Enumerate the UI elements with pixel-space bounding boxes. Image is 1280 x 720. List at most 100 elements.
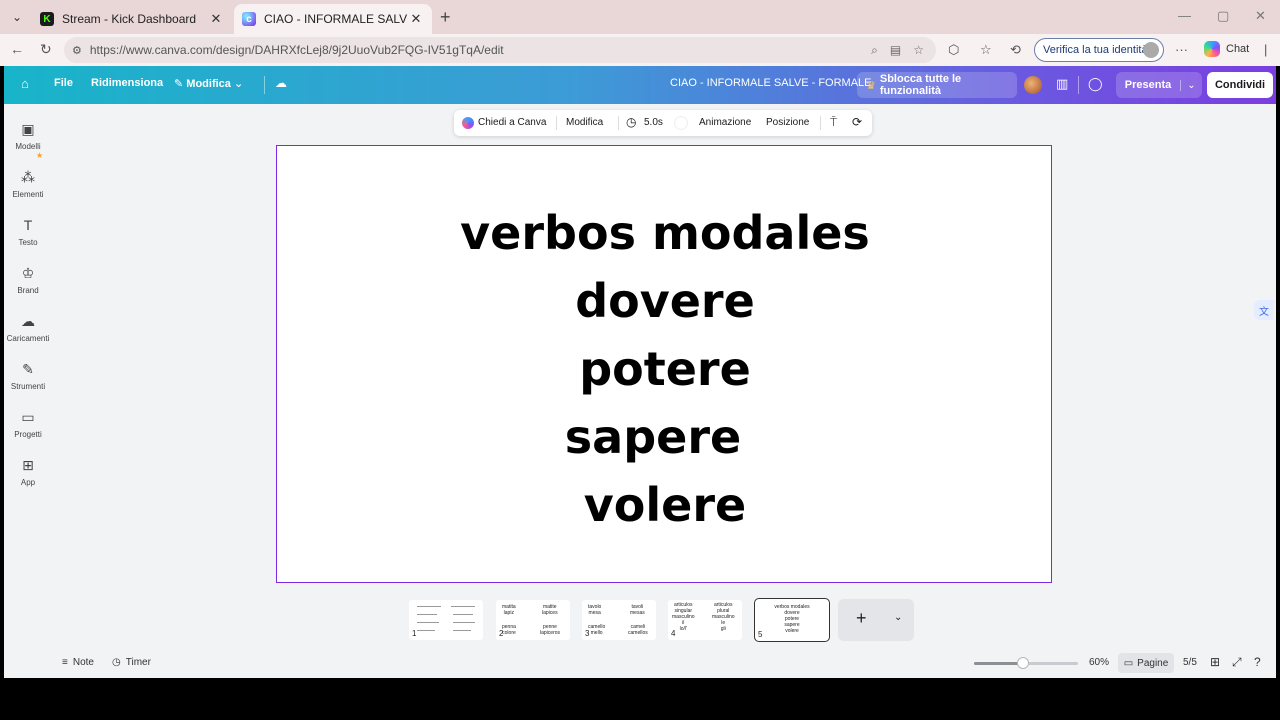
comments-icon[interactable]: ◯ [1088, 76, 1103, 92]
back-icon[interactable]: ← [10, 41, 24, 57]
fullscreen-icon[interactable]: ⤢ [1232, 655, 1242, 670]
minimize-icon[interactable]: — [1178, 8, 1191, 23]
animation-button[interactable]: Animazione [699, 117, 751, 128]
timer-button[interactable]: ◷ Timer [112, 657, 151, 668]
user-avatar[interactable] [1024, 76, 1042, 94]
copilot-icon [1204, 41, 1220, 57]
clock-icon: ◷ [626, 115, 637, 129]
canva-header: ⌂ File Ridimensiona ✎ Modifica ⌄ ☁ CIAO … [4, 66, 1276, 104]
page-number: 2 [499, 629, 504, 638]
plus-icon: + [856, 608, 867, 628]
extensions-icon[interactable]: ⬡ [948, 42, 959, 58]
slide-text-line[interactable]: potere [277, 342, 1053, 396]
zoom-icon[interactable]: ⌕ [871, 43, 878, 58]
sidebar-item-tools[interactable]: ✎ Strumenti [4, 360, 52, 391]
site-info-icon[interactable]: ⚙ [72, 44, 82, 57]
sidebar-item-templates[interactable]: ▣ Modelli [4, 120, 52, 151]
profile-avatar [1143, 42, 1159, 58]
tab-actions-menu-icon[interactable]: ⌄ [6, 7, 28, 27]
thumb-line [453, 622, 475, 623]
divider [264, 76, 265, 94]
zoom-slider-handle[interactable] [1016, 657, 1029, 669]
slide-text-line[interactable]: volere [277, 478, 1053, 532]
close-tab-icon[interactable]: ✕ [408, 11, 424, 27]
new-tab-icon[interactable]: + [440, 7, 451, 28]
browser-tab-kick[interactable]: K Stream - Kick Dashboard ✕ [32, 4, 232, 34]
notes-button[interactable]: ≡ Note [62, 657, 94, 668]
slide-text-line[interactable]: dovere [277, 274, 1053, 328]
page-thumbnail[interactable]: matita lapiz matite lapices penna colore pe… [496, 600, 570, 640]
thumb-line [417, 606, 441, 607]
sidebar-item-label: App [20, 478, 36, 487]
sidebar-item-uploads[interactable]: ☁ Caricamenti [4, 312, 52, 343]
browser-tab-canva[interactable]: c CIAO - INFORMALE SALVE - FORM ✕ [234, 4, 432, 34]
sidebar-item-label: Caricamenti [6, 334, 50, 343]
edit-button[interactable]: Modifica [566, 117, 603, 128]
copilot-chat-button[interactable]: Chat [1204, 41, 1249, 57]
reader-icon[interactable]: ▤ [890, 43, 901, 57]
chevron-down-icon[interactable]: ⌄ [1180, 79, 1202, 91]
chat-label: Chat [1226, 43, 1250, 55]
pages-view-button[interactable]: ▭ Pagine [1118, 653, 1174, 673]
translate-icon[interactable]: 文 [1254, 300, 1274, 320]
thumb-text: cameli camellos [628, 624, 648, 636]
page-thumbnail-selected[interactable]: verbos modales dovere potere sapere volere 5 [754, 598, 830, 642]
more-menu-icon[interactable]: ··· [1175, 42, 1188, 57]
share-button[interactable]: Condividi [1207, 72, 1273, 98]
edit-mode-menu[interactable]: ✎ Modifica ⌄ [174, 77, 243, 90]
favorites-icon[interactable]: ☆ [980, 42, 992, 58]
slide-text-line[interactable]: sapere [265, 410, 1041, 464]
divider [820, 116, 821, 130]
duration-button[interactable]: 5.0s [644, 117, 663, 128]
resize-menu[interactable]: Ridimensiona [91, 77, 163, 89]
favorite-star-icon[interactable]: ☆ [913, 43, 924, 57]
left-sidebar: ▣ Modelli ⁂ Elementi T Testo ♔ Brand ☁ C… [4, 104, 52, 650]
present-button[interactable]: Presenta ⌄ [1116, 72, 1202, 98]
sidebar-item-text[interactable]: T Testo [4, 216, 52, 247]
sidebar-item-projects[interactable]: ▭ Progetti [4, 408, 52, 439]
thumb-text: articulos plural masculino le gli [712, 602, 735, 632]
help-icon[interactable]: ? [1254, 655, 1261, 669]
sidebar-item-label: Modelli [15, 142, 41, 151]
grid-view-icon[interactable]: ⊞ [1210, 655, 1220, 669]
page-thumbnail[interactable]: 1 [409, 600, 483, 640]
cloud-sync-icon[interactable]: ☁ [275, 76, 287, 90]
close-tab-icon[interactable]: ✕ [208, 11, 224, 27]
page-thumbnail[interactable]: tavolo mesa tavoli mesas camello mello came… [582, 600, 656, 640]
thumb-text: camello mello [588, 624, 606, 636]
history-icon[interactable]: ⟲ [1010, 42, 1021, 58]
zoom-level[interactable]: 60% [1089, 657, 1109, 668]
analytics-icon[interactable]: ▥ [1056, 76, 1068, 92]
file-menu[interactable]: File [54, 77, 73, 89]
present-label: Presenta [1124, 79, 1172, 91]
home-icon[interactable]: ⌂ [21, 76, 29, 91]
chevron-down-icon[interactable]: ⌄ [894, 612, 902, 623]
position-button[interactable]: Posizione [766, 117, 809, 128]
color-swatch[interactable] [674, 116, 688, 130]
reload-icon[interactable]: ↻ [40, 41, 52, 58]
tools-icon: ✎ [22, 361, 34, 377]
design-title[interactable]: CIAO - INFORMALE SALVE - FORMALE [670, 77, 872, 89]
thumb-line [417, 614, 437, 615]
sidebar-item-brand[interactable]: ♔ Brand [4, 264, 52, 295]
slide-text-line[interactable]: verbos modales [277, 206, 1053, 260]
verify-identity-button[interactable]: Verifica la tua identità [1034, 38, 1164, 62]
paint-roller-icon[interactable]: ⍑ [830, 115, 837, 130]
tab-title: Stream - Kick Dashboard [62, 12, 197, 26]
sidebar-toggle-icon[interactable]: | [1264, 42, 1267, 57]
slide-canvas[interactable]: verbos modales dovere potere sapere vole… [276, 145, 1052, 583]
zoom-slider[interactable] [974, 657, 1078, 669]
sidebar-item-apps[interactable]: ⊞ App [4, 456, 52, 487]
unlock-features-button[interactable]: ♛ Sblocca tutte le funzionalità [857, 72, 1017, 98]
crown-icon: ♛ [866, 79, 876, 92]
more-options-icon[interactable]: ⟳ [852, 115, 862, 129]
add-page-button[interactable]: + ⌄ [838, 599, 914, 641]
address-bar[interactable]: ⚙ https://www.canva.com/design/DAHRXfcLe… [64, 37, 936, 63]
thumb-text: tavolo mesa [588, 604, 602, 616]
page-thumbnail[interactable]: articulos singular masculino il lo/l' articu… [668, 600, 742, 640]
browser-toolbar: ← ↻ ⚙ https://www.canva.com/design/DAHRX… [0, 34, 1280, 66]
ask-canva-button[interactable]: Chiedi a Canva [478, 117, 546, 128]
sidebar-item-elements[interactable]: ⁂ Elementi [4, 168, 52, 199]
close-window-icon[interactable]: ✕ [1255, 8, 1266, 24]
maximize-icon[interactable]: ▢ [1217, 8, 1229, 24]
